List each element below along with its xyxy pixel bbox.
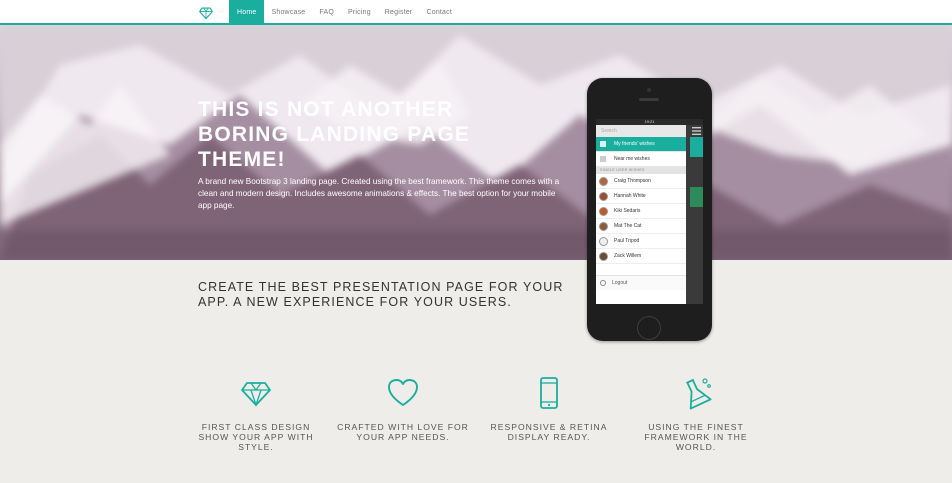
- hero-title: THIS IS NOT ANOTHER BORING LANDING PAGE …: [198, 98, 471, 171]
- friend-item[interactable]: Kiki Sedaris: [596, 204, 686, 219]
- nav-showcase[interactable]: Showcase: [264, 0, 312, 25]
- feature-label: FIRST CLASS DESIGN SHOW YOUR APP WITH ST…: [198, 422, 314, 452]
- hero-section: THIS IS NOT ANOTHER BORING LANDING PAGE …: [0, 25, 952, 260]
- feature-love: CRAFTED WITH LOVE FOR YOUR APP NEEDS.: [333, 376, 473, 442]
- phone-speaker: [639, 98, 659, 101]
- feature-design: FIRST CLASS DESIGN SHOW YOUR APP WITH ST…: [186, 376, 326, 452]
- feature-label: CRAFTED WITH LOVE FOR YOUR APP NEEDS.: [337, 422, 469, 442]
- diamond-icon: [241, 382, 271, 408]
- nav-home[interactable]: Home: [229, 0, 265, 25]
- app-menu-item-near-me[interactable]: Near me wishes: [596, 152, 686, 167]
- power-icon: [600, 280, 606, 286]
- app-side-panel: [686, 125, 703, 304]
- friend-item[interactable]: Hannah White: [596, 189, 686, 204]
- app-menu-list: Search My friends' wishes Near me wishes…: [596, 125, 686, 264]
- friend-item[interactable]: Craig Thompson: [596, 174, 686, 189]
- feature-framework: USING THE FINEST FRAMEWORK IN THE WORLD.: [626, 376, 766, 452]
- heart-icon: [388, 379, 418, 406]
- wishes-icon: [600, 141, 606, 147]
- friend-item[interactable]: Mat The Cat: [596, 219, 686, 234]
- phone-mockup: 19:21 Search My friends' wishes Near me …: [587, 78, 712, 341]
- diamond-icon[interactable]: [199, 6, 213, 20]
- location-icon: [600, 156, 606, 162]
- app-menu-item-friends-wishes[interactable]: My friends' wishes: [596, 137, 686, 152]
- app-search-input[interactable]: Search: [596, 125, 686, 137]
- flask-icon: [686, 378, 712, 410]
- phone-camera: [647, 88, 651, 92]
- tagline: CREATE THE BEST PRESENTATION PAGE FOR YO…: [198, 280, 564, 309]
- avatar: [599, 206, 608, 216]
- navbar: Home Showcase FAQ Pricing Register Conta…: [0, 0, 952, 25]
- nav-contact[interactable]: Contact: [419, 0, 459, 25]
- feature-label: RESPONSIVE & RETINA DISPLAY READY.: [490, 422, 608, 442]
- friend-item[interactable]: Zack Willem: [596, 249, 686, 264]
- avatar: [599, 191, 608, 201]
- avatar: [599, 251, 608, 261]
- avatar: [599, 236, 608, 246]
- feature-responsive: RESPONSIVE & RETINA DISPLAY READY.: [479, 376, 619, 442]
- nav-menu: Home Showcase FAQ Pricing Register Conta…: [229, 0, 459, 25]
- hamburger-menu-icon[interactable]: [692, 127, 701, 135]
- avatar: [599, 221, 608, 231]
- phone-screen: 19:21 Search My friends' wishes Near me …: [596, 119, 703, 304]
- hero-description: A brand new Bootstrap 3 landing page. Cr…: [198, 177, 560, 210]
- nav-faq[interactable]: FAQ: [312, 0, 341, 25]
- phone-home-button: [637, 316, 661, 340]
- nav-register[interactable]: Register: [378, 0, 420, 25]
- app-logout-button[interactable]: Logout: [596, 275, 686, 290]
- friend-item[interactable]: Paul Tripod: [596, 234, 686, 249]
- feature-label: USING THE FINEST FRAMEWORK IN THE WORLD.: [644, 422, 748, 452]
- app-section-label: SINGLE USER WISHES: [596, 167, 686, 174]
- nav-pricing[interactable]: Pricing: [341, 0, 378, 25]
- avatar: [599, 176, 608, 186]
- phone-icon: [540, 377, 558, 409]
